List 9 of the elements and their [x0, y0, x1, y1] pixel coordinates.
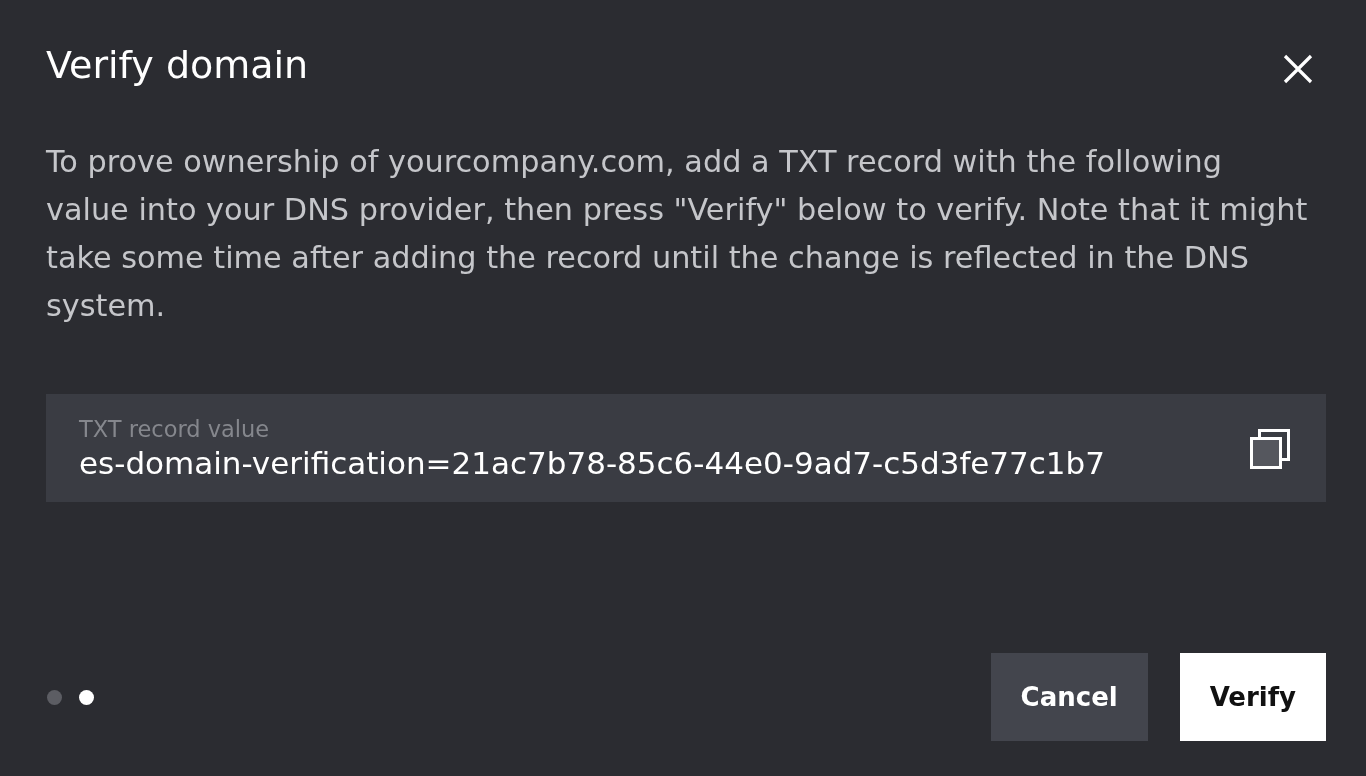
cancel-button[interactable]: Cancel — [990, 653, 1148, 741]
copy-icon[interactable] — [1250, 429, 1290, 469]
dialog-title: Verify domain — [46, 42, 309, 88]
txt-record-field[interactable]: TXT record value es-domain-verification=21ac7b78-85c6-44e0-9ad7-c5d3fe77c1b7 — [46, 394, 1326, 502]
description-text: To prove ownership of yourcompany.com, add a TXT record with the following value into your DNS provider, then press "Verify" below to verify. Note that it might take some time after adding the record until the change is reflected in the DNS system. — [46, 143, 1309, 325]
verify-button[interactable]: Verify — [1179, 653, 1326, 741]
field-label: TXT record value — [79, 416, 270, 442]
field-value: es-domain-verification=21ac7b78-85c6-44e0-9ad7-c5d3fe77c1b7 — [79, 444, 1105, 482]
close-icon[interactable] — [1283, 54, 1313, 84]
